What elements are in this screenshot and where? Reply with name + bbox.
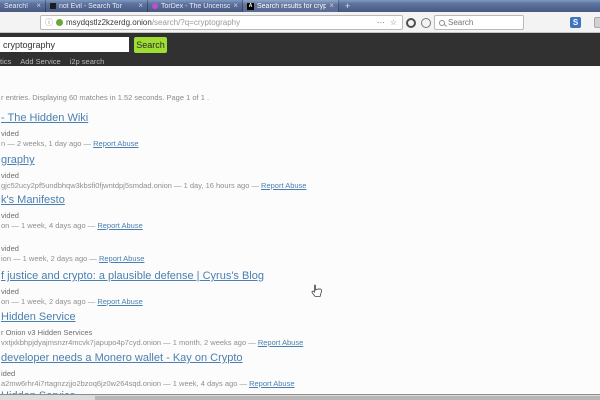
result-description: vided [1,211,561,221]
tab-close-icon[interactable]: × [233,2,238,10]
result-title-link[interactable]: f justice and crypto: a plausible defens… [1,270,264,283]
result-description: vided [1,287,561,297]
tab-title: Search results for cryptography — [257,3,326,10]
horizontal-scrollbar[interactable] [0,394,600,400]
url-domain: msydqstlz2kzerdg.onion [66,18,152,27]
search-icon [439,20,445,26]
notevil-favicon [50,3,56,9]
extension-circle-icon[interactable] [421,18,431,28]
result-meta: ion — 1 week, 2 days ago — Report Abuse [1,254,561,264]
noscript-icon[interactable]: S [570,17,581,28]
report-abuse-link[interactable]: Report Abuse [93,139,138,148]
result-url-age: vxtjxkbhpjdyajmsnzr4mcvk7japupo4p7cyd.on… [1,338,258,347]
onion-icon [56,19,63,26]
nav-link-statistics[interactable]: tics [0,57,11,66]
mouse-cursor-pointer [310,284,322,303]
tab-close-icon[interactable]: × [138,2,143,10]
tab-4-ahmia-active[interactable]: A Search results for cryptography — × [243,0,339,12]
report-abuse-link[interactable]: Report Abuse [99,254,144,263]
result-url-age: gjc52ucy2pf5undbhqw3kbsfi0fjwntdpj5smdad… [1,181,261,190]
result-url-age: n — 2 weeks, 1 day ago — [1,139,93,148]
url-text: msydqstlz2kzerdg.onion/search/?q=cryptog… [66,18,373,27]
site-info-icon[interactable]: ⓘ [45,19,53,27]
tordex-favicon [152,3,158,9]
result-description: ided [1,369,561,379]
results-summary: r entries. Displaying 60 matches in 1.52… [1,93,209,102]
torbutton-icon[interactable] [406,18,416,28]
ahmia-favicon: A [247,3,254,10]
url-path: /search/?q=cryptography [152,18,240,27]
tab-close-icon[interactable]: × [36,2,41,10]
result-title-link[interactable]: Hidden Service [1,311,76,324]
result-url-age: ion — 1 week, 2 days ago — [1,254,99,263]
nav-link-i2p-search[interactable]: i2p search [70,57,105,66]
tab-title: Search! [4,3,33,10]
tab-close-icon[interactable]: × [329,2,334,10]
result-item: graphy vided gjc52ucy2pf5undbhqw3kbsfi0f… [1,150,561,191]
result-item: - The Hidden Wiki vided n — 2 weeks, 1 d… [1,108,561,149]
result-title-link[interactable]: k's Manifesto [1,194,65,207]
result-title-link[interactable]: graphy [1,154,35,167]
bookmark-star-icon[interactable]: ☆ [389,18,398,27]
result-description: r Onion v3 Hidden Services [1,328,561,338]
toolbar-search-input[interactable] [448,18,519,27]
result-item: developer needs a Monero wallet - Kay on… [1,348,561,389]
result-description: vided [1,129,561,139]
toolbar-search[interactable] [434,15,524,30]
page-actions-icon[interactable]: ⋯ [376,18,386,27]
report-abuse-link[interactable]: Report Abuse [258,338,303,347]
tab-3-tordex[interactable]: TorDex - The Uncensored Tor lin × [148,0,243,12]
result-description: vided [1,244,561,254]
nav-link-add-service[interactable]: Add Service [20,57,60,66]
site-search-input[interactable] [0,37,129,52]
extension-partial-icon[interactable] [594,17,600,28]
result-meta: vxtjxkbhpjdyajmsnzr4mcvk7japupo4p7cyd.on… [1,338,561,348]
result-item: Hidden Service r Onion v3 Hidden Service… [1,307,561,348]
site-nav: tics Add Service i2p search [0,57,104,66]
tab-title: not Evil - Search Tor [59,3,135,10]
browser-toolbar: ⓘ msydqstlz2kzerdg.onion/search/?q=crypt… [0,12,600,33]
url-bar[interactable]: ⓘ msydqstlz2kzerdg.onion/search/?q=crypt… [40,15,403,30]
scrollbar-thumb[interactable] [95,396,600,400]
new-tab-button[interactable]: + [339,0,356,12]
result-meta: on — 1 week, 2 days ago — Report Abuse [1,297,561,307]
result-title-link[interactable]: - The Hidden Wiki [1,112,88,125]
tab-1[interactable]: Search! × [0,0,46,12]
result-item: vided ion — 1 week, 2 days ago — Report … [1,223,561,264]
report-abuse-link[interactable]: Report Abuse [261,181,306,190]
site-header: Search tics Add Service i2p search [0,33,600,66]
tab-bar: Search! × not Evil - Search Tor × TorDex… [0,0,600,12]
result-description: vided [1,171,561,181]
result-meta: n — 2 weeks, 1 day ago — Report Abuse [1,139,561,149]
report-abuse-link[interactable]: Report Abuse [97,297,142,306]
result-title-link[interactable]: developer needs a Monero wallet - Kay on… [1,352,243,365]
tab-2-notevil[interactable]: not Evil - Search Tor × [46,0,148,12]
tab-title: TorDex - The Uncensored Tor lin [161,3,230,10]
result-url-age: on — 1 week, 2 days ago — [1,297,97,306]
site-search-button[interactable]: Search [134,37,167,53]
result-item: f justice and crypto: a plausible defens… [1,266,561,307]
